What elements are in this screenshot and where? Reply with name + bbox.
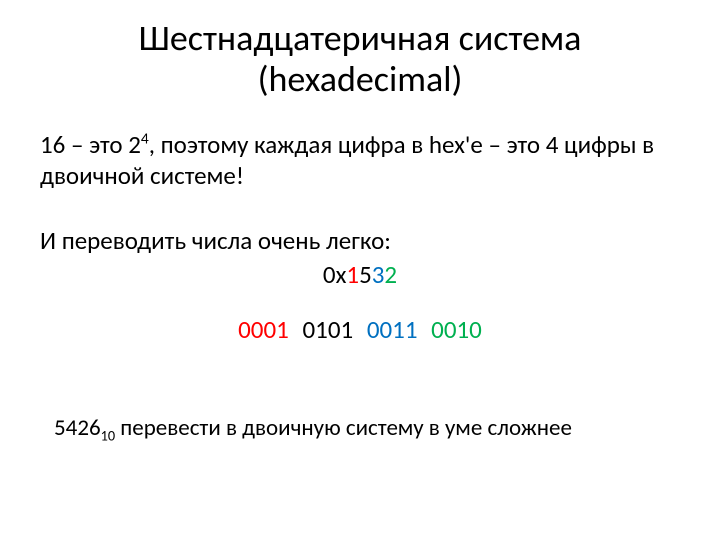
binary-group-1: 0001 — [238, 314, 289, 345]
hex-digit-3: 3 — [372, 259, 385, 290]
hex-digit-1: 1 — [346, 259, 359, 290]
hex-number-line: 0x1532 — [40, 259, 680, 290]
footer-note: 542610 перевести в двоичную систему в ум… — [54, 415, 680, 443]
slide-title: Шестнадцатеричная система (hexadecimal) — [40, 18, 680, 101]
footer-number: 5426 — [54, 414, 101, 442]
para1-part-a: 16 – это 2 — [40, 129, 141, 160]
binary-group-3: 0011 — [367, 314, 418, 345]
binary-group-2: 0101 — [302, 314, 353, 345]
binary-groups-line: 0001 0101 0011 0010 — [40, 314, 680, 345]
hex-prefix: 0x — [323, 259, 347, 290]
hex-digit-2: 5 — [359, 259, 372, 290]
footer-subscript: 10 — [101, 426, 115, 444]
paragraph-convert: И переводить числа очень легко: — [40, 225, 680, 256]
binary-group-4: 0010 — [431, 314, 482, 345]
exponent-4: 4 — [141, 129, 149, 148]
footer-rest-text: перевести в двоичную систему в уме сложн… — [115, 414, 572, 442]
hex-digit-4: 2 — [384, 259, 397, 290]
slide: Шестнадцатеричная система (hexadecimal) … — [0, 0, 720, 540]
paragraph-intro: 16 – это 24, поэтому каждая цифра в hex'… — [40, 129, 680, 192]
